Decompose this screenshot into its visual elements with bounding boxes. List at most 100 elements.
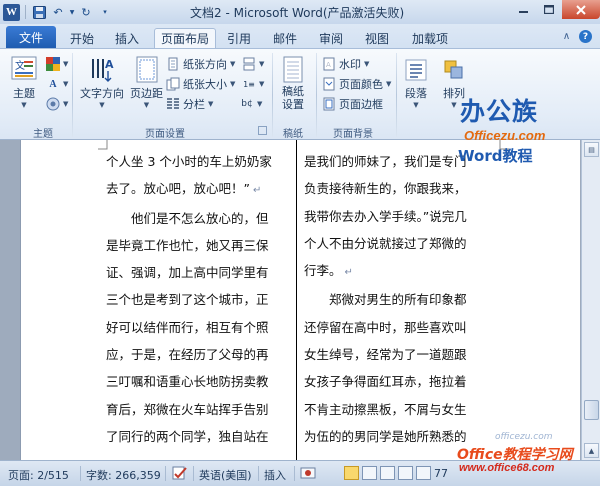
orientation-button[interactable]: 纸张方向 ▼	[166, 55, 235, 73]
tab-page-layout[interactable]: 页面布局	[154, 28, 216, 48]
qat-separator	[25, 5, 26, 19]
web-layout-view-icon[interactable]	[380, 466, 395, 480]
theme-effects-button[interactable]: ▼	[46, 95, 68, 113]
paragraph-mark-icon: ↵	[344, 267, 353, 279]
line-numbers-button[interactable]: 1≡ ▼	[242, 75, 264, 93]
zoom-level[interactable]: 77	[434, 467, 448, 480]
hyphenation-button[interactable]: b¢ ▼	[240, 95, 262, 113]
draft-view-icon[interactable]	[416, 466, 431, 480]
themes-button[interactable]: 文 主题 ▼	[10, 55, 38, 109]
chevron-down-icon: ▼	[99, 101, 105, 109]
group-separator	[316, 53, 317, 137]
insert-mode-indicator[interactable]: 插入	[264, 467, 286, 483]
word-count[interactable]: 字数: 266,359	[86, 467, 161, 483]
chevron-down-icon: ▼	[21, 101, 27, 109]
left-text-column[interactable]: 个人坐 3 个小时的车上奶奶家 去了。放心吧，放心吧！” ↵ 他们是不怎么放心的，…	[106, 148, 286, 450]
outline-view-icon[interactable]	[398, 466, 413, 480]
tab-mailings[interactable]: 邮件	[268, 28, 302, 48]
logo-english-text: Officezu.com	[464, 128, 546, 143]
word-app-icon[interactable]: W	[3, 3, 20, 21]
chevron-down-icon: ▼	[259, 60, 265, 68]
status-separator	[193, 466, 194, 481]
theme-effects-icon	[46, 97, 60, 111]
columns-button[interactable]: 分栏 ▼	[166, 95, 213, 113]
help-icon[interactable]: ?	[579, 30, 592, 43]
theme-colors-icon	[46, 57, 60, 71]
office68-watermark: officezu.com Office教程学习网 www.office68.co…	[455, 432, 600, 474]
group-separator	[396, 53, 397, 137]
tab-insert[interactable]: 插入	[110, 28, 144, 48]
text-line: 个人坐 3 个小时的车上奶奶家	[106, 154, 272, 169]
columns-label: 分栏	[183, 98, 205, 111]
chevron-down-icon: ▼	[63, 100, 69, 108]
theme-fonts-button[interactable]: A ▼	[46, 75, 68, 93]
page-setup-launcher-icon[interactable]	[258, 126, 267, 135]
theme-fonts-icon: A	[49, 78, 57, 90]
page-setup-group-label: 页面设置	[145, 129, 185, 140]
logo-chinese-text: 办公族	[460, 97, 539, 126]
tab-references[interactable]: 引用	[222, 28, 256, 48]
text-line: 育后，郑微在火车站挥手告别	[106, 401, 269, 417]
tab-home[interactable]: 开始	[64, 28, 100, 48]
tab-file[interactable]: 文件	[6, 26, 56, 48]
tab-review[interactable]: 审阅	[314, 28, 348, 48]
draft-settings-button[interactable]: 稿纸 设置	[278, 55, 308, 111]
text-line: 应，于是，在经历了父母的再	[106, 347, 269, 363]
draft-group-label: 稿纸	[283, 129, 303, 140]
right-text-column[interactable]: 是我们的师妹了，我们是专门 负责接待新生的，你跟我来， 我带你去办入学手续。”说…	[304, 148, 499, 450]
maximize-icon[interactable]	[536, 0, 562, 19]
text-line: 去了。放心吧，放心吧！” ↵	[106, 181, 262, 197]
language-indicator[interactable]: 英语(美国)	[199, 467, 252, 483]
paragraph-icon	[402, 55, 430, 85]
minimize-ribbon-icon[interactable]: ∧	[560, 30, 573, 43]
chevron-down-icon: ▼	[413, 101, 419, 109]
page-borders-button[interactable]: 页面边框	[322, 95, 383, 113]
macro-record-icon[interactable]	[300, 465, 316, 484]
redo-icon[interactable]: ↻	[78, 4, 94, 20]
text-line: 好可以结伴而行，相互有个照	[106, 319, 269, 335]
watermark-button[interactable]: A 水印 ▼	[322, 55, 369, 73]
themes-icon: 文	[10, 55, 38, 85]
paragraph-button[interactable]: 段落 ▼	[402, 55, 430, 109]
size-button[interactable]: 纸张大小 ▼	[166, 75, 235, 93]
document-page[interactable]: 个人坐 3 个小时的车上奶奶家 去了。放心吧，放心吧！” ↵ 他们是不怎么放心的，…	[20, 140, 580, 460]
status-separator	[165, 466, 166, 481]
status-separator	[294, 466, 295, 481]
ribbon-controls: ∧ ?	[560, 30, 592, 43]
paragraph-mark-icon: ↵	[252, 185, 262, 197]
tab-view[interactable]: 视图	[360, 28, 394, 48]
svg-text:A: A	[105, 58, 114, 71]
page-count[interactable]: 页面: 2/515	[8, 467, 69, 483]
text-direction-icon: A	[88, 55, 116, 85]
group-separator	[272, 53, 273, 137]
close-icon[interactable]	[562, 0, 600, 19]
undo-dropdown-icon[interactable]: ▼	[69, 4, 75, 20]
text-line: 证、强调，加上高中同学里有	[106, 265, 269, 281]
chevron-down-icon: ▼	[386, 80, 392, 88]
text-line: 不肯主动擦黑板，不屑与女生	[304, 401, 467, 417]
page-color-button[interactable]: 页面颜色 ▼	[322, 75, 391, 93]
margins-button[interactable]: 页边距 ▼	[130, 55, 163, 109]
undo-icon[interactable]: ↶	[50, 4, 66, 20]
customize-qat-icon[interactable]: ▾	[97, 4, 113, 20]
page-breaks-icon	[242, 57, 256, 71]
tab-addins[interactable]: 加载项	[406, 28, 454, 48]
margin-corner-mark	[98, 140, 108, 150]
scrollbar-thumb[interactable]	[584, 400, 599, 420]
full-screen-reading-view-icon[interactable]	[362, 466, 377, 480]
watermark-main-text: Office教程学习网	[457, 447, 573, 463]
save-icon[interactable]	[31, 4, 47, 20]
officezu-logo: 办公族 Officezu.com Word教程	[450, 92, 590, 172]
page-borders-label: 页面边框	[339, 98, 383, 111]
breaks-button[interactable]: ▼	[242, 55, 264, 73]
theme-colors-button[interactable]: ▼	[46, 55, 68, 73]
vertical-scrollbar[interactable]: ▤ ▲	[581, 140, 600, 460]
proofing-icon[interactable]	[172, 465, 188, 484]
print-layout-view-icon[interactable]	[344, 466, 359, 480]
text-direction-button[interactable]: A 文字方向 ▼	[80, 55, 124, 109]
ruler-toggle-icon[interactable]: ▤	[584, 142, 599, 157]
document-area[interactable]: 个人坐 3 个小时的车上奶奶家 去了。放心吧，放心吧！” ↵ 他们是不怎么放心的，…	[0, 140, 581, 460]
minimize-icon[interactable]	[510, 0, 536, 19]
page-background-group-label: 页面背景	[333, 129, 373, 140]
text-line: 了同行的两个同学，独自站在	[106, 428, 269, 444]
